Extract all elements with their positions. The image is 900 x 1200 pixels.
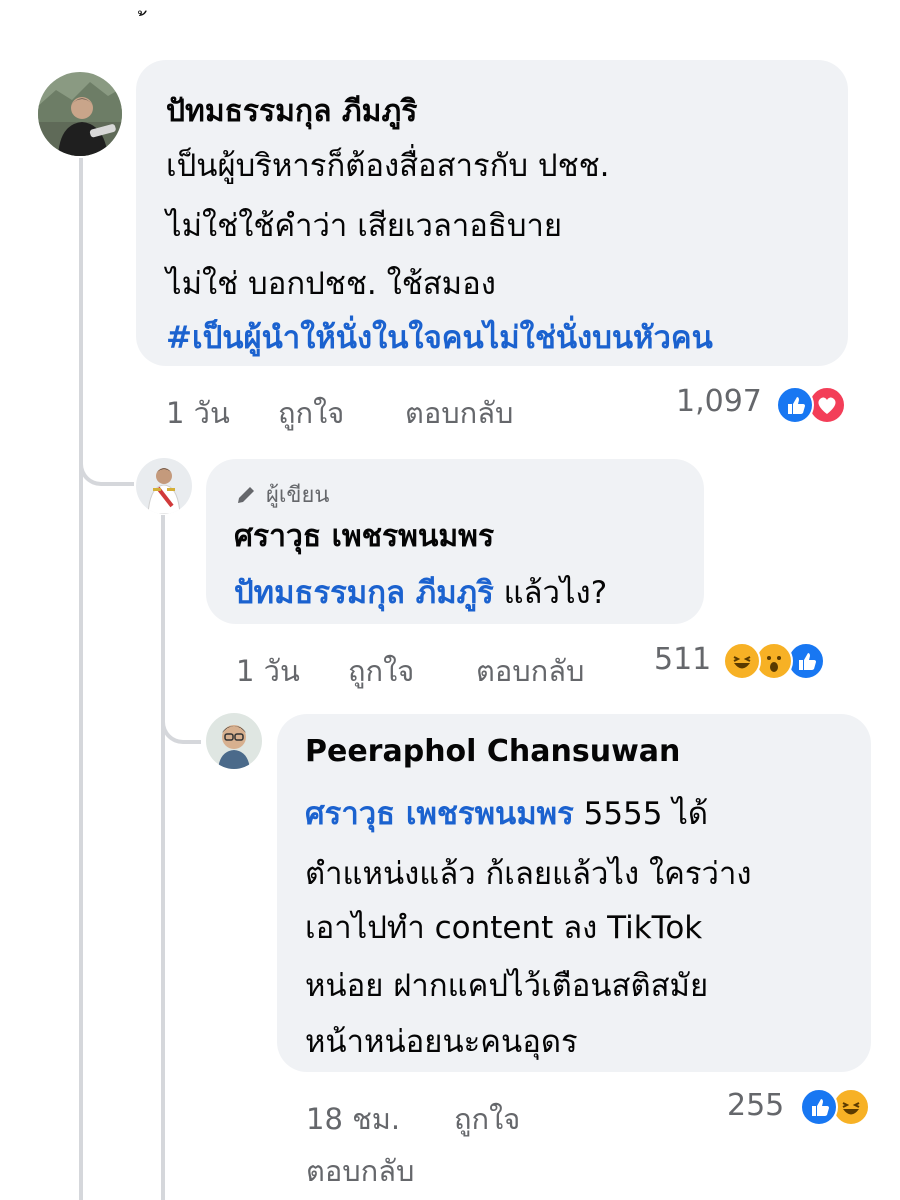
comment-text-line: ศราวุธ เพชรพนมพร 5555 ได้ (305, 788, 708, 838)
reply-button-3[interactable]: ตอบกลับ (306, 1148, 414, 1194)
like-button-2[interactable]: ถูกใจ (348, 648, 414, 694)
author-badge-label: ผู้เขียน (266, 483, 330, 508)
reaction-count-2[interactable]: 511 (654, 642, 711, 677)
comment-time-1[interactable]: 1 วัน (166, 390, 230, 436)
thread-line-main (79, 158, 83, 1200)
comment-author-3[interactable]: Peeraphol Chansuwan (305, 734, 680, 769)
hashtag-link[interactable]: #เป็นผู้นำให้นั่งในใจคนไม่ใช่นั่งบนหัวคน (166, 312, 713, 362)
reactions-2[interactable] (723, 642, 825, 680)
like-icon (800, 1088, 838, 1126)
comment-text-line: ไม่ใช่ บอกปชช. ใช้สมอง (166, 266, 496, 302)
author-badge: ผู้เขียน (234, 477, 329, 512)
comment-text-line: ตำแหน่งแล้ว ก้เลยแล้วไง ใครว่าง (305, 856, 752, 892)
like-button-3[interactable]: ถูกใจ (454, 1096, 520, 1142)
avatar-commenter-2[interactable] (136, 458, 192, 514)
reply-button-1[interactable]: ตอบกลับ (405, 390, 513, 436)
comment-text-rest: 5555 ได้ (583, 796, 709, 832)
reactions-1[interactable] (776, 386, 846, 424)
thread-connector-2 (161, 700, 201, 744)
mention-link[interactable]: ศราวุธ เพชรพนมพร (305, 796, 574, 832)
comment-time-2[interactable]: 1 วัน (236, 648, 300, 694)
comment-text-line: เป็นผู้บริหารก็ต้องสื่อสารกับ ปชช. (166, 148, 610, 184)
reactions-3[interactable] (800, 1088, 870, 1126)
comment-author-2[interactable]: ศราวุธ เพชรพนมพร (234, 513, 494, 560)
thread-line-reply (161, 515, 165, 1200)
comment-text-line: เอาไปทำ content ลง TikTok (305, 910, 703, 946)
comment-bubble-1: ปัทมธรรมกุล ภีมภูริ เป็นผู้บริหารก็ต้องส… (136, 60, 848, 366)
avatar-commenter-3[interactable] (206, 713, 262, 769)
comment-time-3[interactable]: 18 ชม. (306, 1096, 400, 1142)
thread-connector-1 (79, 440, 134, 486)
comment-bubble-3: Peeraphol Chansuwan ศราวุธ เพชรพนมพร 555… (277, 714, 871, 1072)
comment-text-2: ปัทมธรรมกุล ภีมภูริ แล้วไง? (234, 567, 607, 617)
comment-text-line: หน่อย ฝากแคปไว้เตือนสติสมัย (305, 968, 709, 1004)
reaction-count-1[interactable]: 1,097 (676, 384, 762, 419)
comment-bubble-2: ผู้เขียน ศราวุธ เพชรพนมพร ปัทมธรรมกุล ภี… (206, 459, 704, 624)
like-icon (776, 386, 814, 424)
pencil-icon (234, 483, 258, 507)
comment-text-line: ไม่ใช่ใช้คำว่า เสียเวลาอธิบาย (166, 208, 563, 244)
haha-icon (723, 642, 761, 680)
like-button-1[interactable]: ถูกใจ (278, 390, 344, 436)
mention-link[interactable]: ปัทมธรรมกุล ภีมภูริ (234, 575, 494, 611)
avatar-commenter-1[interactable] (38, 72, 122, 156)
reply-button-2[interactable]: ตอบกลับ (476, 648, 584, 694)
comment-author-1[interactable]: ปัทมธรรมกุล ภีมภูริ (166, 88, 417, 135)
comment-text-line: หน้าหน่อยนะคนอุดร (305, 1024, 578, 1060)
reaction-count-3[interactable]: 255 (727, 1088, 784, 1123)
comment-text-rest: แล้วไง? (503, 575, 608, 611)
